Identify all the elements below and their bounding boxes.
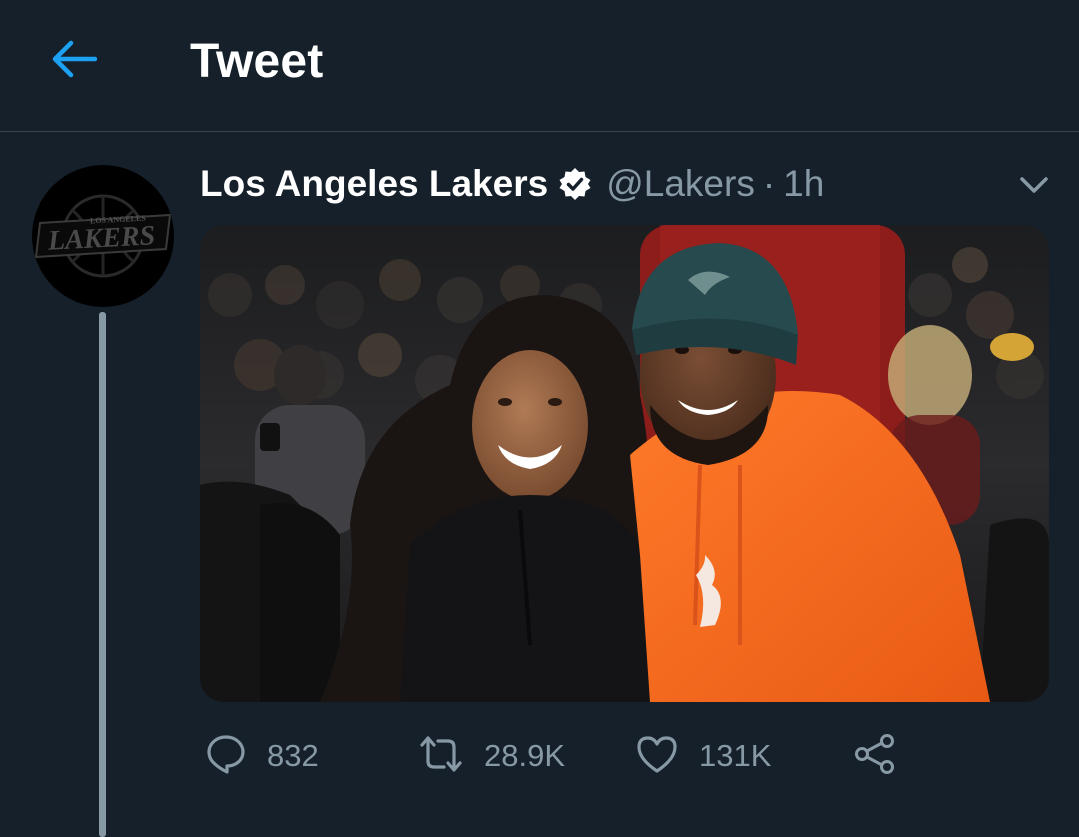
page-title: Tweet <box>190 35 324 88</box>
thread-line <box>99 312 106 837</box>
like-button[interactable]: 131K <box>635 733 853 780</box>
separator-dot: · <box>762 163 776 204</box>
verified-badge-icon <box>558 167 592 201</box>
retweet-button[interactable]: 28.9K <box>418 733 635 780</box>
display-name[interactable]: Los Angeles Lakers <box>200 163 548 205</box>
top-bar: Tweet <box>0 0 1079 132</box>
arrow-left-icon <box>51 39 98 84</box>
reply-button[interactable]: 832 <box>205 733 418 780</box>
like-count: 131K <box>699 738 772 773</box>
retweet-icon <box>418 733 464 780</box>
share-button[interactable] <box>853 733 897 780</box>
avatar[interactable]: LOS ANGELES LAKERS <box>32 165 174 307</box>
reply-count: 832 <box>267 738 319 773</box>
reply-icon <box>205 733 247 780</box>
share-icon <box>853 733 897 780</box>
tweet-photo[interactable] <box>200 225 1049 702</box>
tweet-menu-button[interactable] <box>1014 170 1054 204</box>
tweet-actions: 832 28.9K 131K <box>205 730 897 782</box>
retweet-count: 28.9K <box>484 738 566 773</box>
back-button[interactable] <box>44 34 104 88</box>
user-handle[interactable]: @Lakers <box>606 163 755 205</box>
chevron-down-icon <box>1019 175 1049 200</box>
photo-image <box>200 225 1049 702</box>
logo-main-text: LAKERS <box>46 220 156 257</box>
like-icon <box>635 733 679 780</box>
tweet-header: Los Angeles Lakers @Lakers · 1h <box>200 158 824 210</box>
lakers-logo: LOS ANGELES LAKERS <box>34 194 172 278</box>
timestamp[interactable]: 1h <box>783 163 824 205</box>
